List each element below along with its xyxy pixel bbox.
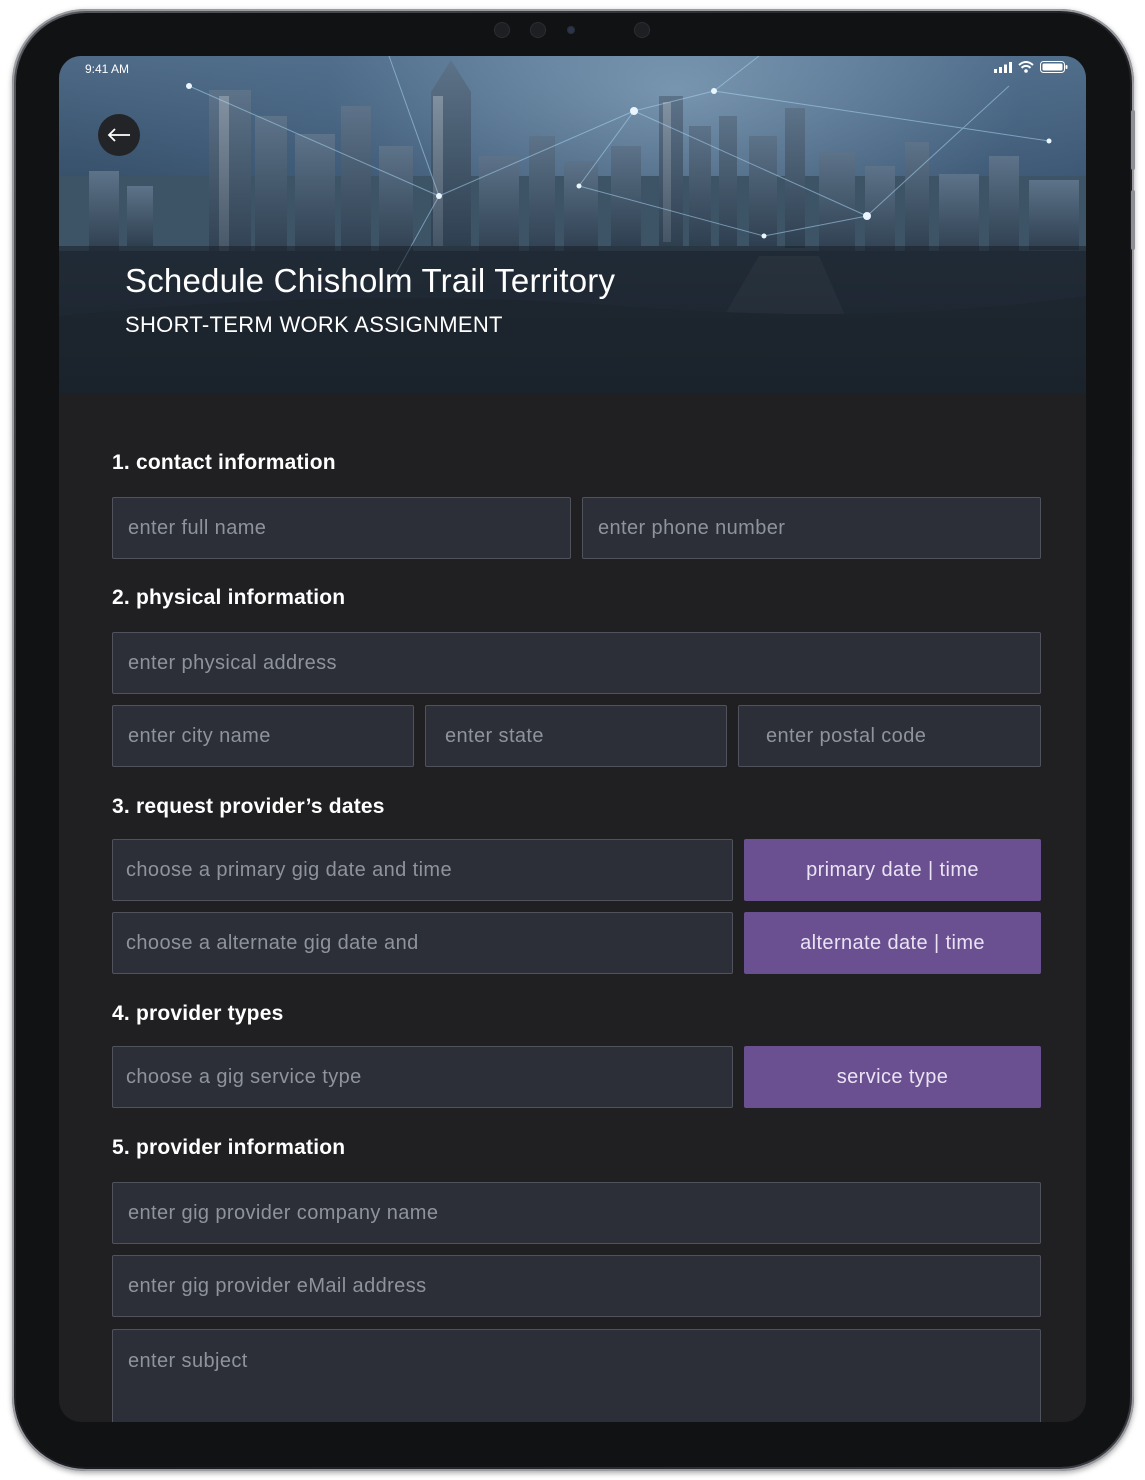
side-button-top: [1131, 110, 1135, 170]
side-button-middle: [1131, 190, 1135, 250]
page-subtitle: SHORT-TERM WORK ASSIGNMENT: [125, 312, 503, 337]
camera-sensor: [634, 22, 650, 38]
app-screen: 9:41 AM Schedule Chisholm Trail Territor…: [59, 56, 1086, 1422]
status-icons: [994, 61, 1068, 73]
email-input[interactable]: enter gig provider eMail address: [112, 1255, 1041, 1317]
status-time: 9:41 AM: [85, 62, 130, 76]
full-name-input[interactable]: enter full name: [112, 497, 571, 559]
wifi-icon: [1018, 61, 1034, 73]
alternate-date-button[interactable]: alternate date | time: [744, 912, 1041, 974]
primary-date-button[interactable]: primary date | time: [744, 839, 1041, 901]
state-input[interactable]: enter state: [425, 705, 727, 767]
section-title-provider-info: 5. provider information: [112, 1136, 346, 1159]
section-title-physical: 2. physical information: [112, 586, 346, 609]
hero-banner: 9:41 AM Schedule Chisholm Trail Territor…: [59, 56, 1086, 393]
address-input[interactable]: enter physical address: [112, 632, 1041, 694]
battery-icon: [1040, 61, 1068, 73]
camera-sensor: [494, 22, 510, 38]
section-title-provider-types: 4. provider types: [112, 1002, 284, 1025]
page-title: Schedule Chisholm Trail Territory: [125, 262, 616, 299]
camera-sensor: [530, 22, 546, 38]
arrow-left-icon: [107, 128, 130, 142]
back-button[interactable]: [98, 114, 140, 156]
section-title-contact: 1. contact information: [112, 451, 336, 474]
subject-textarea[interactable]: enter subject: [112, 1329, 1041, 1422]
phone-input[interactable]: enter phone number: [582, 497, 1041, 559]
section-title-dates: 3. request provider’s dates: [112, 795, 385, 818]
service-type-button[interactable]: service type: [744, 1046, 1041, 1108]
cellular-signal-icon: [994, 61, 1012, 73]
camera-lens: [567, 26, 575, 34]
postal-code-input[interactable]: enter postal code: [738, 705, 1041, 767]
primary-date-input[interactable]: choose a primary gig date and time: [112, 839, 733, 901]
alternate-date-input[interactable]: choose a alternate gig date and: [112, 912, 733, 974]
company-name-input[interactable]: enter gig provider company name: [112, 1182, 1041, 1244]
city-input[interactable]: enter city name: [112, 705, 414, 767]
service-type-input[interactable]: choose a gig service type: [112, 1046, 733, 1108]
